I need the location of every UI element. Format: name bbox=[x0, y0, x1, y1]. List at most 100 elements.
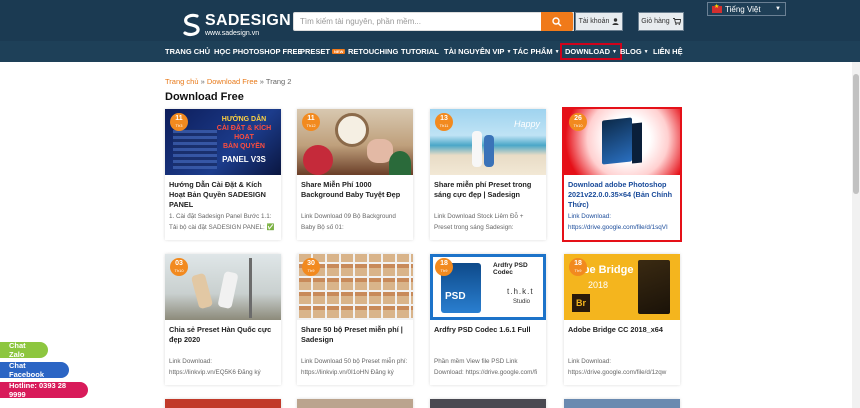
nav-item-tai-nguyen-vip[interactable]: TÀI NGUYÊN VIP ▼ bbox=[444, 41, 511, 62]
date-month: Th3 bbox=[175, 123, 183, 128]
post-card[interactable] bbox=[564, 399, 680, 408]
post-excerpt: Link Download 09 Bộ Background Baby Bộ s… bbox=[301, 213, 396, 231]
date-month: Th9 bbox=[440, 268, 448, 273]
site-logo[interactable]: SADESIGN www.sadesign.vn bbox=[181, 11, 291, 39]
user-icon bbox=[612, 18, 619, 25]
nav-item-tutorial[interactable]: TUTORIAL bbox=[401, 41, 439, 62]
date-day: 13 bbox=[440, 115, 448, 122]
post-title[interactable]: Ardfry PSD Codec 1.6.1 Full bbox=[434, 325, 544, 335]
post-excerpt: Link Download: https://linkvip.vn/EQ5K6 … bbox=[169, 358, 261, 376]
post-excerpt: Phần mềm View file PSD Link Download: ht… bbox=[434, 358, 538, 376]
search-button[interactable] bbox=[541, 12, 573, 31]
chevron-down-icon: ▼ bbox=[643, 48, 649, 55]
post-title[interactable]: Adobe Bridge CC 2018_x64 bbox=[568, 325, 678, 335]
nav-item-preset[interactable]: PRESET NEW bbox=[300, 41, 346, 62]
post-thumbnail[interactable] bbox=[564, 399, 680, 408]
search-input[interactable]: Tìm kiếm tài nguyên, phần mềm... bbox=[293, 12, 574, 31]
post-title[interactable]: Share Miễn Phí 1000 Background Baby Tuyệ… bbox=[301, 180, 411, 200]
breadcrumb-home[interactable]: Trang chủ bbox=[165, 77, 199, 86]
thumb-text: HƯỚNG DẪN bbox=[221, 116, 267, 123]
account-button[interactable]: Tài khoản bbox=[575, 12, 623, 31]
post-card[interactable] bbox=[297, 399, 413, 408]
thumb-text: t.h.k.t bbox=[507, 287, 534, 296]
post-title[interactable]: Chia sẻ Preset Hàn Quốc cực đẹp 2020 bbox=[169, 325, 279, 345]
date-badge: 11 Th3 bbox=[170, 113, 188, 131]
date-day: 11 bbox=[307, 115, 315, 122]
nav-item-photoshop-free[interactable]: HỌC PHOTOSHOP FREE bbox=[214, 41, 303, 62]
cart-button[interactable]: Giỏ hàng bbox=[638, 12, 684, 31]
thumb-text: BẢN QUYỀN bbox=[222, 143, 265, 150]
nav-item-tac-pham[interactable]: TÁC PHẨM ▼ bbox=[513, 41, 560, 62]
nav-item-retouching[interactable]: RETOUCHING bbox=[348, 41, 398, 62]
hotline-label: Hotline: 0393 28 9999 bbox=[9, 381, 67, 399]
post-card[interactable] bbox=[430, 399, 546, 408]
vietnam-flag-icon bbox=[712, 3, 722, 13]
nav-item-blog[interactable]: BLOG ▼ bbox=[620, 41, 649, 62]
breadcrumb-separator: » bbox=[198, 77, 207, 86]
post-card[interactable]: 11 Th12 Share Miễn Phí 1000 Background Ba… bbox=[297, 109, 413, 240]
date-day: 11 bbox=[175, 115, 183, 122]
post-card[interactable]: PSD Ardfry PSD Codec t.h.k.t Studio 18 Th… bbox=[430, 254, 546, 385]
main-content: Trang chủ » Download Free » Trang 2 Down… bbox=[0, 62, 852, 408]
post-card[interactable]: HƯỚNG DẪN CÀI ĐẶT & KÍCH HOẠT BẢN QUYỀN … bbox=[165, 109, 281, 240]
date-day: 03 bbox=[175, 260, 183, 267]
date-badge: 18 Th9 bbox=[435, 258, 453, 276]
breadcrumb-separator: » bbox=[257, 77, 266, 86]
date-badge: 26 Th10 bbox=[569, 113, 587, 131]
post-excerpt: Link Download: https://drive.google.com/… bbox=[568, 358, 667, 376]
nav-item-lien-he[interactable]: LIÊN HỆ bbox=[653, 41, 683, 62]
post-card[interactable]: obe Bridge 2018 Br 18 Th9 Adobe Bridge CC… bbox=[564, 254, 680, 385]
nav-item-home[interactable]: TRANG CHỦ bbox=[165, 41, 210, 62]
new-badge: NEW bbox=[332, 49, 346, 54]
chevron-down-icon: ▼ bbox=[554, 48, 560, 55]
post-thumbnail[interactable] bbox=[430, 399, 546, 408]
chat-zalo-button[interactable]: Chat Zalo bbox=[0, 341, 48, 359]
thumb-text: PANEL V3S bbox=[222, 155, 266, 164]
thumb-text: CÀI ĐẶT & KÍCH HOẠT bbox=[216, 125, 272, 141]
nav-label-blog: BLOG bbox=[620, 47, 642, 56]
nav-label-preset: PRESET bbox=[300, 47, 331, 56]
nav-label-download: DOWNLOAD bbox=[565, 47, 610, 56]
nav-label-tai-nguyen-vip: TÀI NGUYÊN VIP bbox=[444, 47, 505, 56]
logo-name: SADESIGN bbox=[205, 12, 291, 29]
post-title[interactable]: Share miễn phí Preset trong sáng cực đẹp… bbox=[434, 180, 544, 200]
post-card[interactable]: 26 Th10 Download adobe Photoshop 2021v22.… bbox=[562, 107, 682, 242]
thumb-text: PSD bbox=[445, 291, 466, 302]
date-badge: 03 Th10 bbox=[170, 258, 188, 276]
thumb-text: 2018 bbox=[588, 280, 609, 290]
post-card[interactable]: Happy 13 Th11 Share miễn phí Preset trong… bbox=[430, 109, 546, 240]
post-card[interactable]: 30 Th9 Share 50 bộ Preset miễn phí | Sade… bbox=[297, 254, 413, 385]
nav-item-download[interactable]: DOWNLOAD ▼ bbox=[560, 43, 622, 60]
scrollbar-thumb[interactable] bbox=[853, 74, 859, 194]
nav-label-tac-pham: TÁC PHẨM bbox=[513, 47, 553, 56]
chat-facebook-label: Chat Facebook bbox=[9, 361, 45, 379]
date-month: Th9 bbox=[574, 268, 582, 273]
date-day: 18 bbox=[574, 260, 582, 267]
post-excerpt: 1. Cài đặt Sadesign Panel Bước 1.1: Tải … bbox=[169, 213, 275, 231]
hotline-button[interactable]: Hotline: 0393 28 9999 bbox=[0, 381, 88, 399]
chat-zalo-label: Chat Zalo bbox=[9, 341, 26, 359]
post-title[interactable]: Download adobe Photoshop 2021v22.0.0.35×… bbox=[568, 180, 678, 210]
post-card[interactable]: 03 Th10 Chia sẻ Preset Hàn Quốc cực đẹp 2… bbox=[165, 254, 281, 385]
date-day: 18 bbox=[440, 260, 448, 267]
post-thumbnail[interactable] bbox=[297, 399, 413, 408]
post-excerpt: Link Download Stock Liêm Đỗ + Preset tro… bbox=[434, 213, 524, 231]
search-icon bbox=[552, 16, 562, 27]
date-day: 26 bbox=[574, 115, 582, 122]
scrollbar[interactable] bbox=[852, 62, 860, 408]
chat-facebook-button[interactable]: Chat Facebook bbox=[0, 361, 69, 379]
thumb-text: Studio bbox=[513, 299, 531, 305]
post-title[interactable]: Hướng Dẫn Cài Đặt & Kích Hoạt Bản Quyền … bbox=[169, 180, 279, 210]
post-excerpt: Link Download: https://drive.google.com/… bbox=[568, 213, 668, 231]
main-nav: TRANG CHỦ HỌC PHOTOSHOP FREE PRESET NEW … bbox=[0, 41, 860, 62]
date-month: Th9 bbox=[307, 268, 315, 273]
date-month: Th12 bbox=[306, 123, 316, 128]
date-day: 30 bbox=[307, 260, 315, 267]
date-month: Th10 bbox=[573, 123, 583, 128]
post-thumbnail[interactable] bbox=[165, 399, 281, 408]
post-card[interactable] bbox=[165, 399, 281, 408]
language-select[interactable]: Tiếng Việt ▼ bbox=[707, 2, 786, 16]
chevron-down-icon: ▼ bbox=[775, 6, 781, 12]
breadcrumb-section[interactable]: Download Free bbox=[207, 77, 258, 86]
post-title[interactable]: Share 50 bộ Preset miễn phí | Sadesign bbox=[301, 325, 411, 345]
